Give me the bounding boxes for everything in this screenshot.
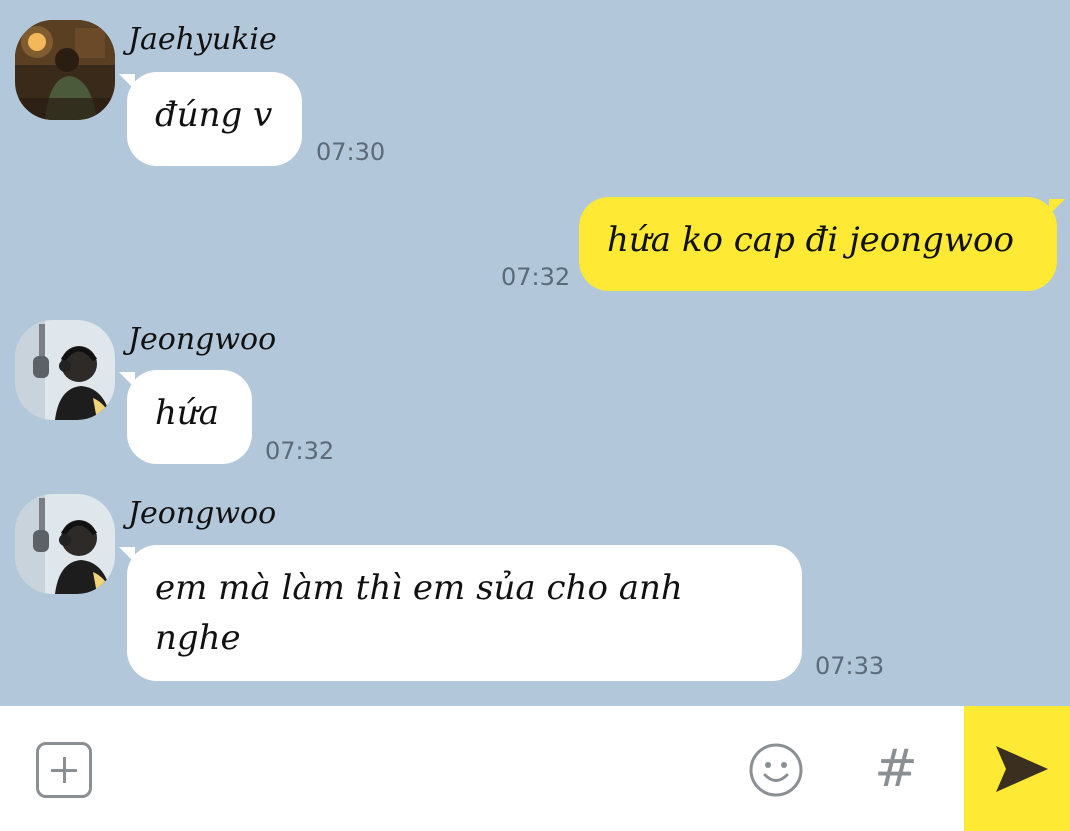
avatar-jeongwoo[interactable] — [15, 320, 115, 420]
message-time: 07:32 — [501, 263, 571, 291]
message-bubble-incoming[interactable]: em mà làm thì em sủa cho anh nghe — [119, 545, 802, 681]
send-button[interactable] — [964, 706, 1070, 831]
message-time: 07:32 — [265, 437, 335, 465]
chat-area: Jaehyukie đúng v 07:30 07:32 hứa ko cap … — [0, 0, 1070, 706]
hashtag-button[interactable]: # — [868, 736, 924, 802]
sender-name: Jeongwoo — [128, 322, 277, 357]
message-input-bar: # — [0, 706, 1070, 831]
plus-square-icon[interactable] — [36, 742, 92, 798]
message-bubble-outgoing[interactable]: hứa ko cap đi jeongwoo — [579, 197, 1065, 291]
message-time: 07:33 — [815, 652, 885, 680]
message-time: 07:30 — [316, 138, 386, 166]
message-text: hứa ko cap đi jeongwoo — [607, 220, 1014, 260]
avatar-jaehyukie[interactable] — [15, 20, 115, 120]
message-bubble-incoming[interactable]: hứa — [119, 370, 252, 464]
message-text: hứa — [155, 393, 220, 433]
jeongwoo-avatar-image — [15, 494, 115, 594]
avatar-jeongwoo[interactable] — [15, 494, 115, 594]
jeongwoo-avatar-image — [15, 320, 115, 420]
message-bubble-incoming[interactable]: đúng v — [119, 72, 302, 166]
message-text: em mà làm thì em sủa cho anh nghe — [155, 568, 683, 658]
jaehyukie-avatar-image — [15, 20, 115, 120]
sender-name: Jaehyukie — [128, 22, 277, 57]
message-text: đúng v — [155, 95, 273, 135]
smiley-icon[interactable] — [748, 742, 804, 798]
sender-name: Jeongwoo — [128, 496, 277, 531]
send-arrow-icon — [996, 746, 1048, 792]
